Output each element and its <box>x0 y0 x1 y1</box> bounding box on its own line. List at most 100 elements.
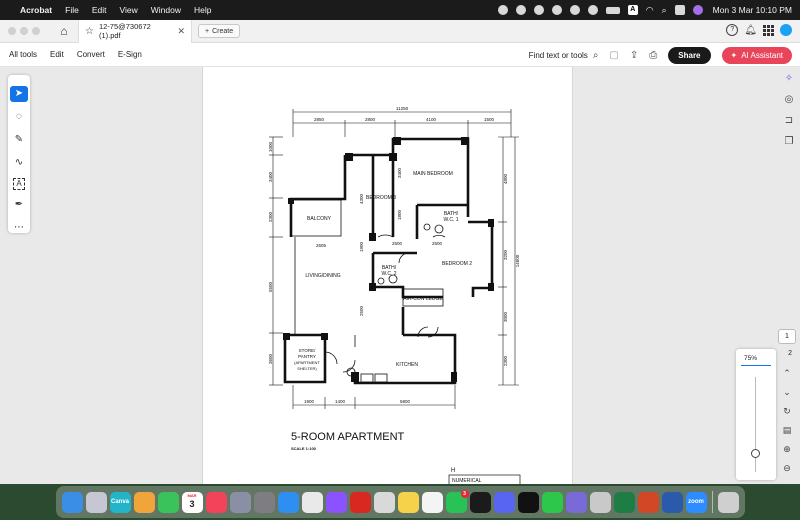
menu-window[interactable]: Window <box>151 5 181 15</box>
discord-app[interactable] <box>493 491 515 513</box>
upload-icon[interactable]: ⇪ <box>630 50 638 61</box>
home-icon[interactable]: ⌂ <box>56 24 72 38</box>
app-store-app[interactable] <box>277 491 299 513</box>
ai-insights-icon[interactable]: ✧ <box>783 73 795 85</box>
edit-menu[interactable]: Edit <box>50 50 64 59</box>
calendar-app[interactable]: MAR 3 <box>181 491 203 513</box>
whatsapp-app[interactable]: 3 <box>445 489 469 513</box>
select-tool-icon[interactable]: ➤ <box>10 86 28 102</box>
help-icon[interactable]: ? <box>726 24 739 36</box>
bookmarks-icon[interactable]: ⊐ <box>783 115 795 127</box>
find-text-tools[interactable]: Find text or tools ⌕ <box>529 50 599 61</box>
ai-assistant-button[interactable]: ✦ AI Assistant <box>721 47 792 64</box>
system-prefs-app[interactable] <box>373 491 395 513</box>
zoom-window-button[interactable] <box>32 27 40 35</box>
word-app[interactable] <box>661 491 683 513</box>
zoom-value[interactable]: 75% <box>744 355 757 362</box>
assistant-icon[interactable] <box>497 5 508 15</box>
document-viewport[interactable]: 11250 2850 2800 4100 1500 1900 1400 5800… <box>0 67 800 484</box>
notification-badge: 3 <box>460 489 469 498</box>
create-button[interactable]: + Create <box>198 24 241 38</box>
wifi-icon[interactable]: ◠ <box>646 5 654 16</box>
zoom-out-icon[interactable]: ⊖ <box>783 462 791 475</box>
apps-grid-icon[interactable] <box>763 24 774 36</box>
menu-edit[interactable]: Edit <box>92 5 107 15</box>
zoom-app[interactable]: zoom <box>685 491 707 513</box>
fill-sign-tool-icon[interactable]: ✒ <box>10 197 28 213</box>
finder-app[interactable] <box>61 491 83 513</box>
r-store-d: SHELTER) <box>297 366 317 371</box>
menu-file[interactable]: File <box>65 5 79 15</box>
comment-tool-icon[interactable]: ◌ <box>10 109 28 125</box>
chrome-app[interactable] <box>301 491 323 513</box>
text-select-tool-icon[interactable]: A <box>13 178 25 190</box>
textedit-app[interactable] <box>565 491 587 513</box>
capcut-app[interactable] <box>469 491 491 513</box>
menu-help[interactable]: Help <box>194 5 211 15</box>
all-tools-menu[interactable]: All tools <box>9 50 37 59</box>
search-icon[interactable]: ⌕ <box>662 5 667 16</box>
app-menu[interactable]: Acrobat <box>20 5 52 15</box>
close-window-button[interactable] <box>8 27 16 35</box>
screenshot-app[interactable] <box>229 491 251 513</box>
comments-panel-icon[interactable]: ◎ <box>783 94 795 106</box>
esign-menu[interactable]: E-Sign <box>118 50 142 59</box>
excel-app[interactable] <box>613 491 635 513</box>
cloud-icon[interactable] <box>551 5 562 15</box>
trash-app[interactable] <box>717 491 739 513</box>
canva-app[interactable]: Canva <box>109 491 131 513</box>
siri-icon[interactable] <box>692 5 703 15</box>
keyboard-input-icon[interactable]: A <box>627 5 638 15</box>
photos-app[interactable] <box>133 491 155 513</box>
wechat-app[interactable] <box>541 491 563 513</box>
notes-app[interactable] <box>397 491 419 513</box>
lasso-tool-icon[interactable]: ∿ <box>10 155 28 171</box>
music-app[interactable] <box>205 491 227 513</box>
bluetooth-icon[interactable] <box>515 5 526 15</box>
current-page-field[interactable]: 1 <box>778 329 796 344</box>
reminders-app[interactable] <box>421 491 443 513</box>
pen-tool-icon[interactable]: ✎ <box>10 132 28 148</box>
launchpad-app[interactable] <box>85 491 107 513</box>
minimize-window-button[interactable] <box>20 27 28 35</box>
tab-bar: ⌂ ☆ 12-75@730672 (1).pdf ✕ + Create ? 🔔︎ <box>0 19 800 43</box>
document-tab[interactable]: ☆ 12-75@730672 (1).pdf ✕ <box>78 19 192 43</box>
r-bed2: BEDROOM 2 <box>442 261 472 267</box>
grammarly-icon[interactable] <box>569 5 580 15</box>
print-icon[interactable]: ⎙ <box>649 50 657 61</box>
pages-icon[interactable]: ❐ <box>783 136 795 148</box>
t-r1: 3200 <box>503 249 508 260</box>
zoom-in-icon[interactable]: ⊕ <box>783 443 791 456</box>
tiktok-app[interactable] <box>517 491 539 513</box>
preview-app[interactable] <box>589 491 611 513</box>
fp-letter: H <box>451 468 455 474</box>
acrobat-app[interactable] <box>349 491 371 513</box>
star-icon[interactable]: ☆ <box>85 26 94 37</box>
previous-page-icon[interactable]: ⌃ <box>783 367 791 380</box>
control-center-icon[interactable] <box>674 5 685 15</box>
facetime-app[interactable] <box>157 491 179 513</box>
notifications-icon[interactable]: 🔔︎ <box>744 25 757 36</box>
rotate-icon[interactable]: ↻ <box>783 405 791 418</box>
record-icon[interactable] <box>533 5 544 15</box>
account-avatar[interactable] <box>780 24 792 36</box>
settings-app[interactable] <box>253 491 275 513</box>
messenger-app[interactable] <box>325 491 347 513</box>
save-icon[interactable]: ▢ <box>609 50 618 61</box>
zoom-value-underline <box>741 365 771 366</box>
clock[interactable]: Mon 3 Mar 10:10 PM <box>713 5 792 15</box>
powerpoint-app[interactable] <box>637 491 659 513</box>
convert-menu[interactable]: Convert <box>77 50 105 59</box>
page-display-icon[interactable]: ▤ <box>783 424 792 437</box>
play-icon[interactable] <box>587 5 598 15</box>
tab-title: 12-75@730672 (1).pdf <box>98 22 151 40</box>
tabbar-right: ? 🔔︎ <box>726 24 792 36</box>
menu-view[interactable]: View <box>119 5 137 15</box>
share-button[interactable]: Share <box>668 47 711 64</box>
next-page-icon[interactable]: ⌄ <box>783 386 791 399</box>
close-tab-icon[interactable]: ✕ <box>177 26 185 37</box>
more-tools-icon[interactable]: ⋯ <box>10 220 28 236</box>
battery-icon[interactable] <box>605 6 620 14</box>
zoom-slider-knob[interactable] <box>751 449 760 458</box>
quick-tools-panel: ➤ ◌ ✎ ∿ A ✒ ⋯ <box>8 75 30 233</box>
